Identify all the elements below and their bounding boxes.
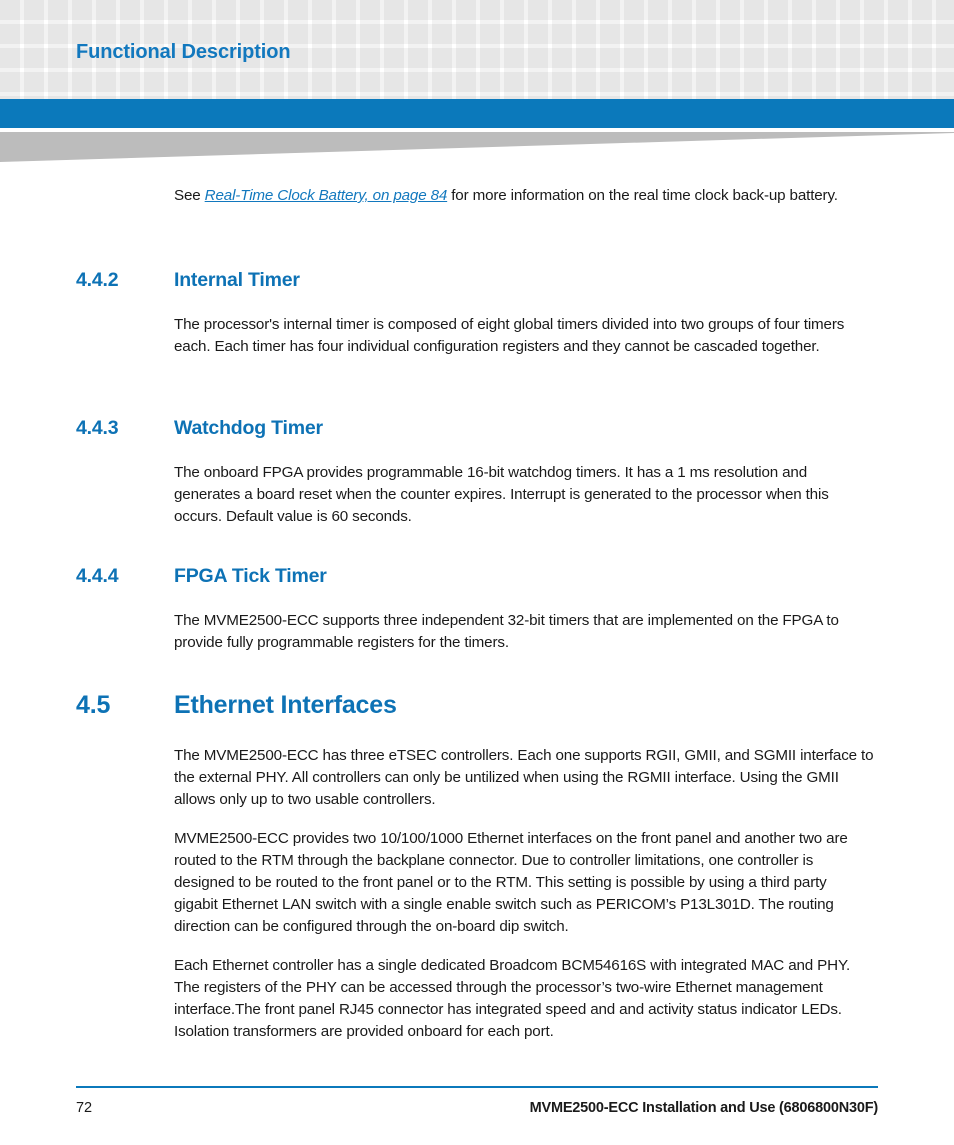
section-heading-ethernet-interfaces: Ethernet Interfaces: [174, 691, 397, 719]
section-heading-internal-timer: Internal Timer: [174, 269, 300, 291]
section-heading-fpga-tick-timer: FPGA Tick Timer: [174, 565, 327, 587]
intro-tail-text: for more information on the real time cl…: [447, 187, 838, 204]
paragraph: The MVME2500-ECC has three eTSEC control…: [174, 747, 874, 808]
section-number-4-5: 4.5: [76, 691, 111, 719]
section-body-4-5: The MVME2500-ECC has three eTSEC control…: [174, 745, 874, 1043]
page-header: Functional Description: [0, 0, 954, 100]
paragraph: The processor's internal timer is compos…: [174, 316, 845, 355]
paragraph: The onboard FPGA provides programmable 1…: [174, 464, 829, 525]
footer-document-title: MVME2500-ECC Installation and Use (68068…: [529, 1100, 879, 1116]
paragraph: Each Ethernet controller has a single de…: [174, 957, 851, 1040]
section-heading-watchdog-timer: Watchdog Timer: [174, 417, 323, 439]
section-body-4-4-2: The processor's internal timer is compos…: [174, 314, 874, 358]
footer-page-number: 72: [76, 1100, 92, 1116]
section-number-4-4-4: 4.4.4: [76, 565, 119, 587]
intro-paragraph: See Real-Time Clock Battery, on page 84 …: [174, 185, 874, 207]
header-accent-bar: [0, 99, 954, 128]
running-header-title: Functional Description: [76, 41, 291, 63]
paragraph: MVME2500-ECC provides two 10/100/1000 Et…: [174, 830, 848, 935]
section-body-4-4-3: The onboard FPGA provides programmable 1…: [174, 462, 874, 528]
intro-paragraph-block: See Real-Time Clock Battery, on page 84 …: [174, 185, 874, 207]
intro-lead-text: See: [174, 187, 205, 204]
paragraph: The MVME2500-ECC supports three independ…: [174, 612, 839, 651]
cross-reference-link[interactable]: Real-Time Clock Battery, on page 84: [205, 187, 448, 204]
section-body-4-4-4: The MVME2500-ECC supports three independ…: [174, 610, 874, 654]
footer-divider: [76, 1086, 878, 1088]
section-number-4-4-2: 4.4.2: [76, 269, 119, 291]
section-number-4-4-3: 4.4.3: [76, 417, 119, 439]
header-gray-wedge: [0, 132, 954, 162]
page-footer: 72 MVME2500-ECC Installation and Use (68…: [0, 1086, 954, 1145]
